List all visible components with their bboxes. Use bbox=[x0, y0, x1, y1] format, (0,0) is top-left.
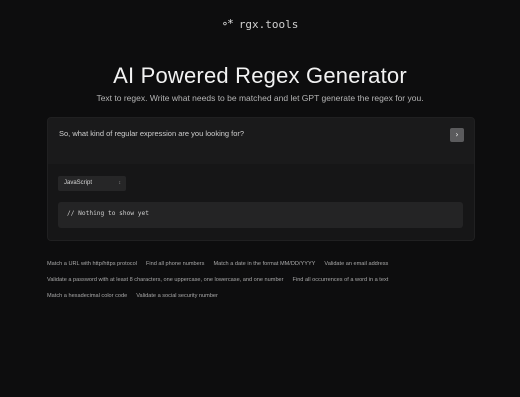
language-selected: JavaScript bbox=[64, 180, 93, 186]
example-item[interactable]: Validate a social security number bbox=[136, 293, 218, 299]
submit-button[interactable]: › bbox=[450, 128, 464, 142]
prompt-input[interactable]: So, what kind of regular expression are … bbox=[48, 118, 474, 164]
example-list: Match a URL with http/https protocol Fin… bbox=[47, 261, 477, 299]
result-panel: JavaScript ↕ // Nothing to show yet bbox=[48, 164, 474, 240]
example-item[interactable]: Find all phone numbers bbox=[146, 261, 204, 267]
example-item[interactable]: Match a hexadecimal color code bbox=[47, 293, 127, 299]
brand-header[interactable]: ∘* rgx.tools bbox=[0, 17, 520, 31]
example-item[interactable]: Match a date in the format MM/DD/YYYY bbox=[213, 261, 315, 267]
regex-output: // Nothing to show yet bbox=[58, 202, 463, 228]
example-item[interactable]: Validate an email address bbox=[324, 261, 388, 267]
example-item[interactable]: Find all occurrences of a word in a text bbox=[293, 277, 389, 283]
example-item[interactable]: Match a URL with http/https protocol bbox=[47, 261, 137, 267]
prompt-placeholder[interactable]: So, what kind of regular expression are … bbox=[59, 129, 244, 138]
page-title: AI Powered Regex Generator bbox=[113, 63, 407, 88]
language-select[interactable]: JavaScript ↕ bbox=[58, 176, 126, 191]
chevron-updown-icon: ↕ bbox=[118, 180, 122, 186]
output-text: // Nothing to show yet bbox=[67, 210, 149, 217]
brand-name: rgx.tools bbox=[238, 18, 299, 31]
generator-card: So, what kind of regular expression are … bbox=[47, 117, 475, 241]
example-item[interactable]: Validate a password with at least 8 char… bbox=[47, 277, 284, 283]
page-subtitle: Text to regex. Write what needs to be ma… bbox=[96, 93, 424, 103]
chevron-right-icon: › bbox=[455, 130, 459, 139]
logo-icon: ∘* bbox=[221, 17, 234, 30]
